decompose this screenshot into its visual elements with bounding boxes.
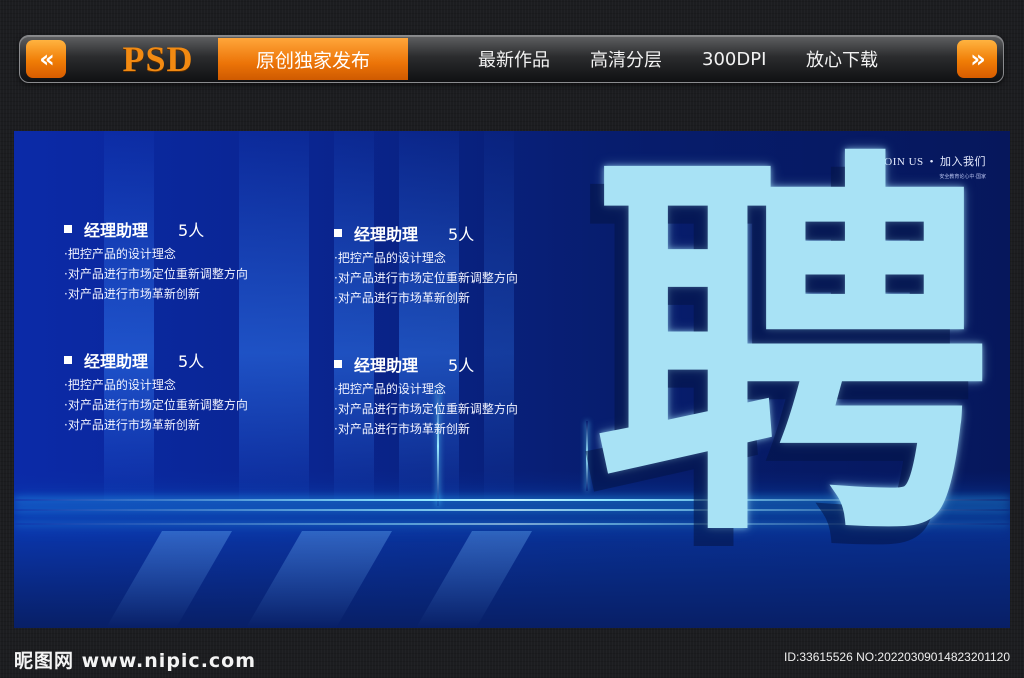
square-bullet-icon: [334, 360, 342, 368]
job-count: 5人: [448, 225, 475, 244]
light-beam: [104, 131, 154, 501]
job-duty: ·对产品进行市场革新创新: [64, 418, 200, 432]
nav-link-latest[interactable]: 最新作品: [478, 36, 550, 82]
light-beam: [484, 131, 514, 501]
job-duty: ·对产品进行市场革新创新: [334, 422, 470, 436]
job-title-row: 经理助理 5人: [64, 217, 248, 241]
job-title: 经理助理: [84, 221, 149, 240]
nav-link-dpi[interactable]: 300DPI: [702, 36, 766, 82]
nav-highlight-original[interactable]: 原创独家发布: [218, 38, 408, 80]
big-recruit-char: 聘: [592, 131, 992, 586]
image-id-text: ID:33615526 NO:20220309014823201120: [784, 650, 1010, 664]
job-duty: ·把控产品的设计理念: [64, 247, 176, 261]
prev-arrow-button[interactable]: «: [26, 40, 66, 78]
job-duty: ·把控产品的设计理念: [64, 378, 176, 392]
job-duty: ·对产品进行市场定位重新调整方向: [334, 402, 518, 416]
light-flare: [586, 421, 588, 491]
job-duty: ·对产品进行市场革新创新: [64, 287, 200, 301]
job-title-row: 经理助理 5人: [64, 348, 248, 372]
nav-link-download[interactable]: 放心下载: [806, 36, 878, 82]
job-block: 经理助理 5人 ·把控产品的设计理念 ·对产品进行市场定位重新调整方向 ·对产品…: [334, 221, 518, 305]
job-duty: ·把控产品的设计理念: [334, 382, 446, 396]
job-count: 5人: [178, 221, 205, 240]
top-nav-bar: « PSD 原创独家发布 最新作品 高清分层 300DPI 放心下载 »: [19, 35, 1004, 83]
job-count: 5人: [178, 352, 205, 371]
nipic-logo: 昵图网 www.nipic.com: [14, 650, 257, 672]
job-block: 经理助理 5人 ·把控产品的设计理念 ·对产品进行市场定位重新调整方向 ·对产品…: [64, 217, 248, 301]
light-beam: [239, 131, 309, 501]
job-title-row: 经理助理 5人: [334, 221, 518, 245]
job-block: 经理助理 5人 ·把控产品的设计理念 ·对产品进行市场定位重新调整方向 ·对产品…: [334, 352, 518, 436]
job-title-row: 经理助理 5人: [334, 352, 518, 376]
job-duty: ·对产品进行市场革新创新: [334, 291, 470, 305]
job-count: 5人: [448, 356, 475, 375]
next-arrow-button[interactable]: »: [957, 40, 997, 78]
job-duty: ·对产品进行市场定位重新调整方向: [64, 267, 248, 281]
square-bullet-icon: [334, 229, 342, 237]
light-beam: [334, 131, 374, 501]
square-bullet-icon: [64, 225, 72, 233]
psd-logo: PSD: [122, 39, 194, 79]
square-bullet-icon: [64, 356, 72, 364]
job-title: 经理助理: [84, 352, 149, 371]
job-duty: ·对产品进行市场定位重新调整方向: [64, 398, 248, 412]
job-title: 经理助理: [354, 225, 419, 244]
job-duty: ·对产品进行市场定位重新调整方向: [334, 271, 518, 285]
nav-link-layers[interactable]: 高清分层: [590, 36, 662, 82]
job-title: 经理助理: [354, 356, 419, 375]
job-block: 经理助理 5人 ·把控产品的设计理念 ·对产品进行市场定位重新调整方向 ·对产品…: [64, 348, 248, 432]
recruitment-banner: JOIN US • 加入我们 安全教育论心中·国家 经理助理 5人 ·把控产品的设计…: [14, 131, 1010, 628]
job-duty: ·把控产品的设计理念: [334, 251, 446, 265]
light-beam: [399, 131, 459, 501]
